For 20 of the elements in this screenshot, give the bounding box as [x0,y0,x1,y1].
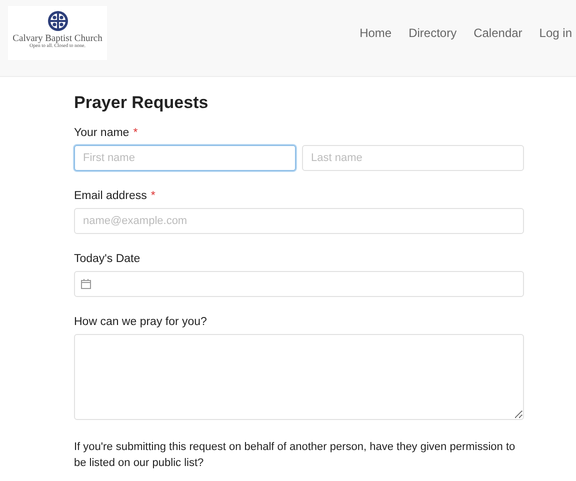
field-label: How can we pray for you? [74,316,207,328]
name-field[interactable]: Last name [302,145,524,171]
field-label: Email address [74,190,147,202]
email-field[interactable]: name@example.com [74,208,524,234]
nav-link[interactable]: Directory [408,26,457,40]
form-title: Prayer Requests [74,93,210,113]
field-label: Your name [74,127,130,139]
logo-name: Calvary Baptist Church [12,34,102,44]
date-field[interactable] [74,271,524,297]
nav-link[interactable]: Calendar [474,26,522,40]
nav-link[interactable]: Home [360,26,392,40]
nav-link[interactable]: Log in [539,26,572,40]
church-logo-icon [46,10,68,32]
calendar-icon [81,279,91,289]
field-label: Today's Date [74,253,140,265]
required-asterisk: * [150,190,156,202]
prayer-textarea[interactable] [74,334,524,420]
required-asterisk: * [133,127,138,139]
name-field[interactable]: First name [74,145,296,171]
permission-question: If you're submitting this request on behalf of another person, have they given permission to be listed on our public list? [74,440,516,471]
